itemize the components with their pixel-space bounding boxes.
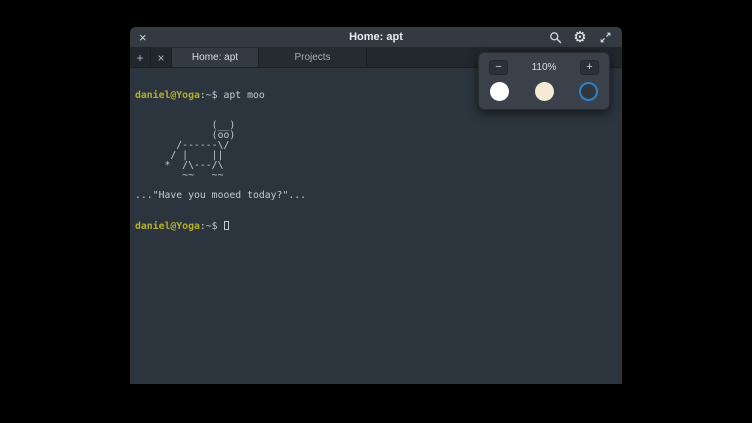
titlebar[interactable]: × Home: apt ⚙ [130, 27, 622, 48]
terminal-cursor [224, 221, 229, 230]
theme-light-swatch[interactable] [490, 82, 509, 101]
search-icon [549, 31, 562, 44]
tab-label: Projects [294, 52, 330, 63]
new-tab-button[interactable]: + [130, 48, 151, 67]
prompt-path: :~$ [200, 90, 224, 101]
settings-popover: − 110% + [478, 52, 610, 110]
tab-label: Home: apt [192, 52, 238, 63]
prompt-user: daniel@Yoga [135, 221, 200, 232]
zoom-out-button[interactable]: − [489, 60, 508, 75]
expand-icon [599, 31, 612, 44]
zoom-controls: − 110% + [489, 60, 599, 75]
close-tab-button[interactable]: × [151, 48, 172, 67]
tab-projects[interactable]: Projects [259, 48, 367, 67]
theme-sepia-swatch[interactable] [535, 82, 554, 101]
zoom-in-button[interactable]: + [580, 60, 599, 75]
search-button[interactable] [547, 29, 563, 45]
settings-menu-button[interactable]: ⚙ [572, 29, 588, 45]
prompt-user: daniel@Yoga [135, 90, 200, 101]
theme-dark-swatch[interactable] [579, 82, 598, 101]
tab-home-apt[interactable]: Home: apt [172, 48, 259, 67]
prompt-path: :~$ [200, 221, 218, 232]
theme-swatches [489, 82, 599, 101]
terminal-screen[interactable]: daniel@Yoga:~$ apt moo (__) (oo) /------… [130, 68, 622, 384]
window-close-button[interactable]: × [139, 31, 155, 44]
fullscreen-button[interactable] [597, 29, 613, 45]
titlebar-actions: ⚙ [547, 29, 613, 45]
desktop-background: × Home: apt ⚙ + [0, 0, 752, 423]
zoom-level: 110% [532, 62, 557, 73]
command-text: apt moo [223, 90, 264, 101]
command-output: (__) (oo) /------\/ / | || * /\---/\ ~~ … [135, 121, 617, 201]
prompt-line-2: daniel@Yoga:~$ [135, 221, 617, 232]
gear-icon: ⚙ [573, 30, 586, 45]
